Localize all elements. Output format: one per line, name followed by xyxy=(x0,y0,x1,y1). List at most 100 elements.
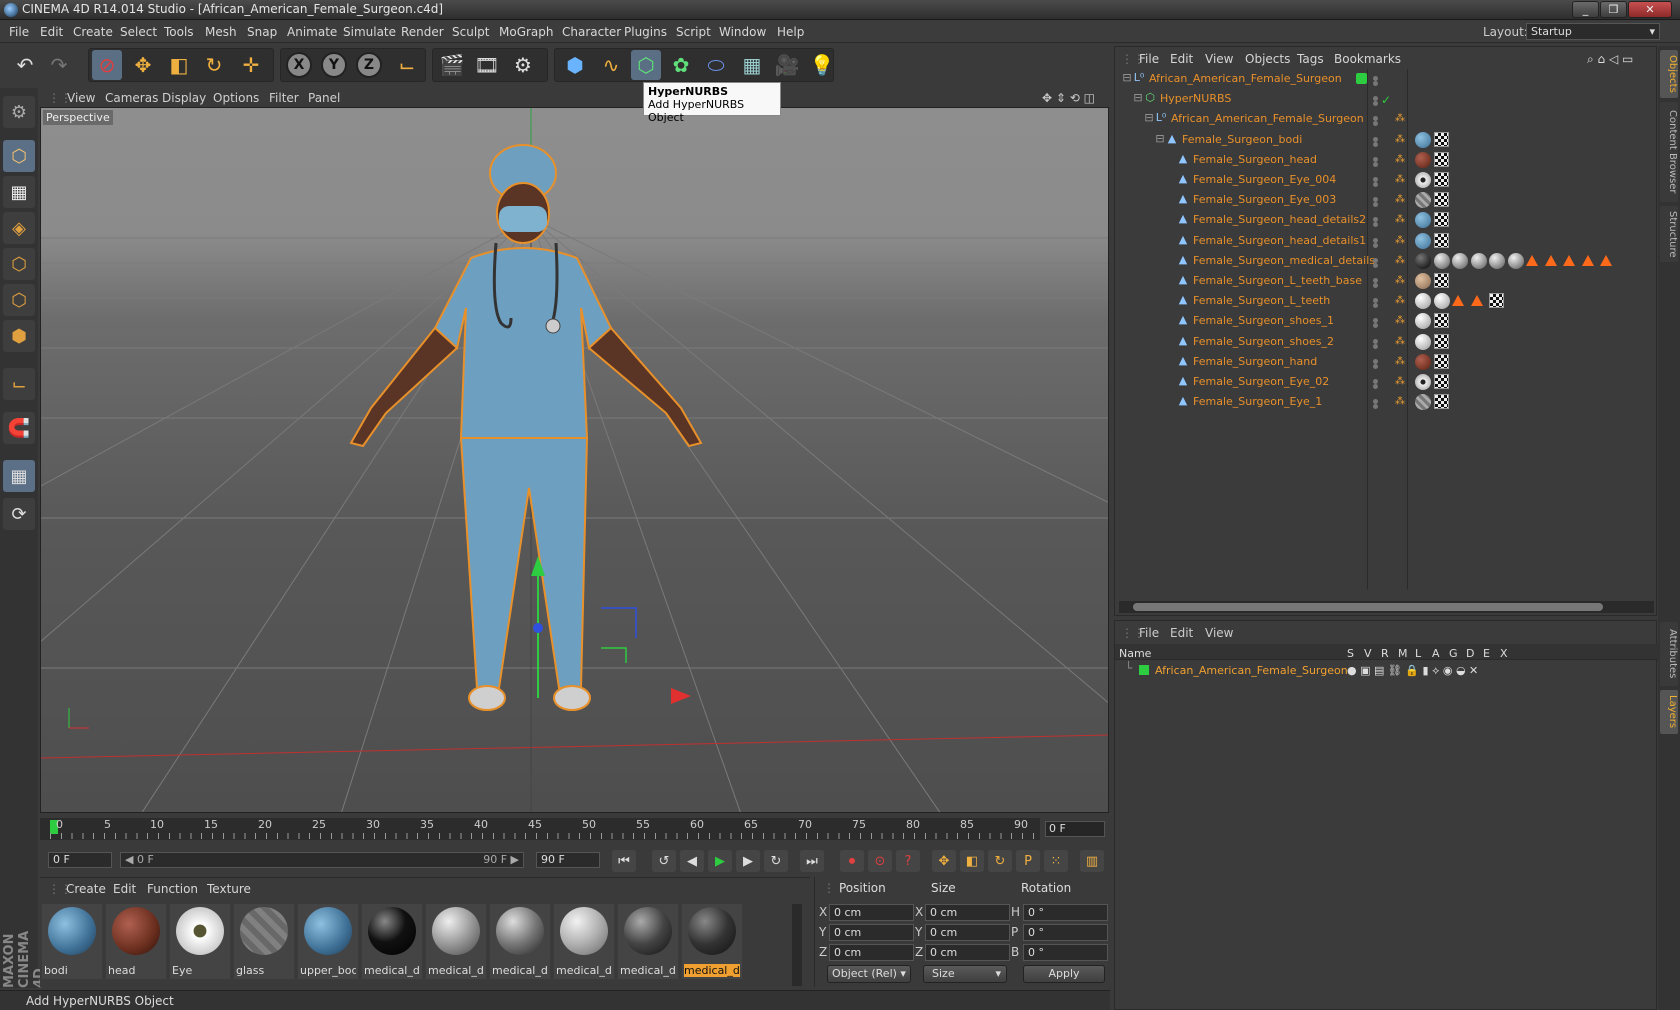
z-axis-icon[interactable]: Z xyxy=(356,52,382,78)
phong-tag-icon[interactable]: ⁂ xyxy=(1395,134,1405,145)
layer-menu-edit[interactable]: Edit xyxy=(1170,626,1193,640)
size-y-field[interactable]: 0 cm xyxy=(925,924,1010,941)
object-name[interactable]: Female_Surgeon_bodi xyxy=(1182,133,1302,146)
object-row[interactable]: ▲ Female_Surgeon_shoes_1 ⁂ xyxy=(1115,311,1658,331)
tab-content-browser[interactable]: Content Browser xyxy=(1660,102,1678,202)
editor-visibility-dot[interactable] xyxy=(1373,136,1378,142)
undo-icon[interactable]: ↶ xyxy=(10,50,40,80)
record-icon[interactable]: ⏺ xyxy=(840,850,864,872)
om-menu-edit[interactable]: Edit xyxy=(1170,52,1193,66)
preview-range-slider[interactable]: ◀ 0 F 90 F ▶ xyxy=(120,852,524,868)
phong-tag-icon[interactable]: ⁂ xyxy=(1395,356,1405,367)
render-view-icon[interactable]: 🎬 xyxy=(437,50,467,80)
material-tag-icon[interactable] xyxy=(1470,252,1487,269)
phong-tag-icon[interactable]: ⁂ xyxy=(1395,174,1405,185)
object-row[interactable]: ▲ Female_Surgeon_Eye_003 ⁂ xyxy=(1115,190,1658,210)
object-name[interactable]: Female_Surgeon_Eye_1 xyxy=(1193,395,1322,408)
om-menu-bookmarks[interactable]: Bookmarks xyxy=(1334,52,1401,66)
object-row[interactable]: ▲ Female_Surgeon_head_details2 ⁂ xyxy=(1115,210,1658,230)
material-menu-edit[interactable]: Edit xyxy=(113,882,136,896)
render-visibility-dot[interactable] xyxy=(1373,384,1378,389)
layer-menu-view[interactable]: View xyxy=(1205,626,1233,640)
render-visibility-dot[interactable] xyxy=(1373,303,1378,309)
live-selection-icon[interactable]: ⊘ xyxy=(92,50,122,80)
render-visibility-dot[interactable] xyxy=(1373,343,1378,349)
uvw-tag-icon[interactable] xyxy=(1433,394,1449,410)
object-row[interactable]: ⊟ L⁰ African_American_Female_Surgeon xyxy=(1115,69,1658,89)
next-key-icon[interactable]: ↻ xyxy=(764,850,788,872)
polygons-mode-icon[interactable]: ⬢ xyxy=(3,320,35,352)
horizontal-scrollbar[interactable] xyxy=(1119,601,1654,613)
material-swatch[interactable]: medical_de xyxy=(618,904,678,979)
object-name[interactable]: Female_Surgeon_L_teeth xyxy=(1193,294,1330,307)
x-axis-icon[interactable]: X xyxy=(286,52,312,78)
timeline[interactable]: 0 5 10 15 20 25 30 35 40 45 50 55 60 65 … xyxy=(40,816,1110,842)
key-scale-icon[interactable]: ◧ xyxy=(960,850,984,872)
object-row[interactable]: ▲ Female_Surgeon_shoes_2 ⁂ xyxy=(1115,332,1658,352)
phong-tag-icon[interactable]: ⁂ xyxy=(1395,194,1405,205)
material-menu-texture[interactable]: Texture xyxy=(207,882,251,896)
rotation-p-field[interactable]: 0 ° xyxy=(1023,924,1108,941)
axis-mode-icon[interactable]: ⌙ xyxy=(3,368,35,400)
viewport-menu-display[interactable]: Display xyxy=(162,91,206,105)
uvw-tag-icon[interactable] xyxy=(1433,333,1449,349)
rotation-b-field[interactable]: 0 ° xyxy=(1023,944,1108,961)
expand-toggle-icon[interactable] xyxy=(1165,395,1177,407)
phong-tag-icon[interactable]: ⁂ xyxy=(1395,154,1405,165)
uvw-tag-icon[interactable] xyxy=(1433,374,1449,389)
object-name[interactable]: Female_Surgeon_head_details1 xyxy=(1193,234,1366,247)
render-picture-viewer-icon[interactable]: 🎞 xyxy=(472,50,502,80)
om-toolbar-icons[interactable]: ⌕ ⌂ ◁ ▭ xyxy=(1587,52,1633,67)
layer-color-icon[interactable] xyxy=(1356,73,1367,84)
material-swatch[interactable]: head xyxy=(106,904,166,979)
size-x-field[interactable]: 0 cm xyxy=(925,904,1010,921)
render-visibility-dot[interactable] xyxy=(1373,283,1378,288)
material-tag-icon[interactable] xyxy=(1415,212,1431,229)
material-tag-icon[interactable] xyxy=(1452,252,1468,269)
phong-tag-icon[interactable]: ⁂ xyxy=(1395,396,1405,407)
expand-toggle-icon[interactable] xyxy=(1165,234,1177,246)
object-name[interactable]: Female_Surgeon_head xyxy=(1193,153,1317,166)
expand-toggle-icon[interactable]: ⊟ xyxy=(1154,132,1166,145)
play-icon[interactable]: ▶ xyxy=(708,850,732,872)
material-menu-function[interactable]: Function xyxy=(147,882,198,896)
polygon-selection-tag-icon[interactable] xyxy=(1544,254,1557,266)
layer-col-g[interactable]: G xyxy=(1449,647,1458,660)
material-tag-icon[interactable] xyxy=(1415,273,1431,289)
material-swatch[interactable]: medical_de xyxy=(490,904,550,979)
points-mode-icon[interactable]: ⬡ xyxy=(3,248,35,280)
phong-tag-icon[interactable]: ⁂ xyxy=(1395,275,1405,286)
key-rotation-icon[interactable]: ↻ xyxy=(988,850,1012,872)
material-tag-icon[interactable] xyxy=(1415,394,1431,411)
material-tag-icon[interactable] xyxy=(1415,131,1431,148)
apply-button[interactable]: Apply xyxy=(1023,965,1105,983)
scale-icon[interactable]: ◧ xyxy=(164,50,194,80)
object-row[interactable]: ▲ Female_Surgeon_hand ⁂ xyxy=(1115,352,1658,372)
menu-simulate[interactable]: Simulate xyxy=(343,25,396,39)
layer-col-m[interactable]: M xyxy=(1398,647,1408,660)
layer-col-name[interactable]: Name xyxy=(1119,647,1151,660)
material-swatch[interactable]: Eye xyxy=(170,904,230,979)
layer-col-r[interactable]: R xyxy=(1381,647,1389,660)
workplane-mode-icon[interactable]: ◈ xyxy=(3,212,35,244)
magnet-icon[interactable]: 🧲 xyxy=(3,412,35,444)
redo-icon[interactable]: ↷ xyxy=(44,50,74,80)
material-tag-icon[interactable] xyxy=(1415,333,1431,350)
layer-col-v[interactable]: V xyxy=(1364,647,1372,660)
object-row[interactable]: ▲ Female_Surgeon_Eye_02 ⁂ xyxy=(1115,372,1658,392)
object-name[interactable]: African_American_Female_Surgeon xyxy=(1171,112,1364,125)
key-pla-icon[interactable]: ⁙ xyxy=(1044,850,1068,872)
uvw-tag-icon[interactable] xyxy=(1433,151,1449,167)
keyframe-selection-icon[interactable]: ? xyxy=(896,850,920,872)
uvw-tag-icon[interactable] xyxy=(1433,212,1449,228)
hypernurbs-icon[interactable]: ⬡ xyxy=(631,50,661,80)
material-swatch[interactable]: medical_de xyxy=(554,904,614,979)
material-tag-icon[interactable] xyxy=(1415,313,1431,330)
render-visibility-dot[interactable] xyxy=(1373,202,1378,208)
phong-tag-icon[interactable]: ⁂ xyxy=(1395,295,1405,306)
prev-frame-icon[interactable]: ◀ xyxy=(680,850,704,872)
model-mode-icon[interactable]: ⬡ xyxy=(3,140,35,172)
expand-toggle-icon[interactable]: ⊟ xyxy=(1143,112,1155,124)
menu-edit[interactable]: Edit xyxy=(40,25,63,39)
expand-toggle-icon[interactable]: ⊟ xyxy=(1132,92,1144,104)
